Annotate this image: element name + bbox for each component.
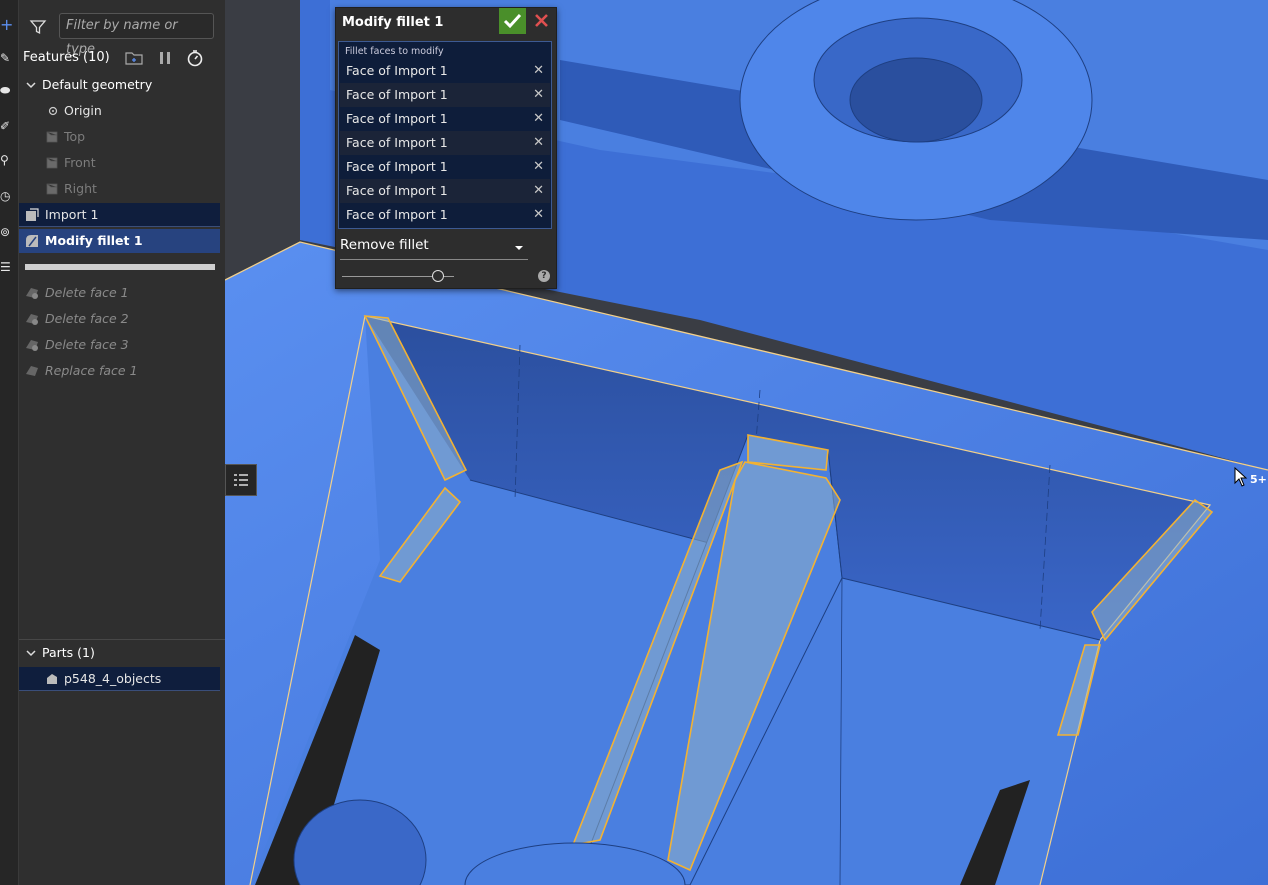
cancel-button[interactable]	[528, 8, 555, 34]
feature-item-label: Right	[64, 181, 97, 196]
close-icon	[535, 14, 548, 27]
help-icon[interactable]: ?	[538, 270, 550, 282]
feature-item-label: Import 1	[45, 207, 99, 222]
faces-caption: Fillet faces to modify	[345, 46, 444, 57]
origin-icon	[48, 106, 58, 116]
search-icon[interactable]: ⊚	[0, 226, 10, 238]
close-icon[interactable]: ✕	[533, 59, 544, 83]
feature-item-modify-fillet[interactable]: Modify fillet 1	[19, 229, 220, 253]
list-item[interactable]: Face of Import 1 ✕	[340, 83, 550, 107]
list-item[interactable]: Face of Import 1 ✕	[340, 203, 550, 227]
feature-item-replace-face[interactable]: Replace face 1	[19, 359, 220, 383]
face-label: Face of Import 1	[346, 135, 448, 150]
feature-item-front[interactable]: Front	[19, 151, 220, 175]
list-icon	[234, 474, 248, 486]
feature-list-panel: Filter by name or type Features (10) Def…	[18, 0, 225, 885]
feature-item-label: Delete face 2	[45, 311, 129, 326]
delete-face-icon	[26, 314, 38, 325]
feature-item-label: Replace face 1	[45, 363, 138, 378]
chevron-down-icon[interactable]	[25, 647, 37, 659]
plane-icon	[46, 183, 58, 195]
face-label: Face of Import 1	[346, 183, 448, 198]
timer-icon[interactable]: ◷	[0, 190, 10, 202]
feature-item-label: Front	[64, 155, 96, 170]
modify-fillet-dialog: Modify fillet 1 Fillet faces to modify F…	[335, 7, 557, 289]
close-icon[interactable]: ✕	[533, 203, 544, 227]
part-icon	[47, 674, 57, 684]
parts-group[interactable]: Parts (1)	[19, 641, 220, 665]
mate-icon[interactable]: ⚲	[0, 154, 9, 166]
list-item[interactable]: Face of Import 1 ✕	[340, 59, 550, 83]
close-icon[interactable]: ✕	[533, 131, 544, 155]
check-icon	[503, 13, 522, 29]
close-icon[interactable]: ✕	[533, 179, 544, 203]
add-icon[interactable]: +	[0, 17, 13, 33]
fillet-mode-select[interactable]: Remove fillet	[340, 237, 528, 260]
chevron-down-icon[interactable]	[515, 246, 523, 250]
part-label: p548_4_objects	[64, 671, 162, 686]
list-item[interactable]: Face of Import 1 ✕	[340, 131, 550, 155]
face-label: Face of Import 1	[346, 63, 448, 78]
divider	[19, 639, 225, 640]
feature-item-label: Delete face 1	[45, 285, 129, 300]
sketch-icon[interactable]: ✎	[0, 52, 10, 64]
feature-item-delete-face-2[interactable]: Delete face 2	[19, 307, 220, 331]
extrude-icon[interactable]: ⬬	[0, 84, 10, 96]
list-icon[interactable]: ☰	[0, 261, 11, 273]
face-label: Face of Import 1	[346, 159, 448, 174]
close-icon[interactable]: ✕	[533, 107, 544, 131]
add-folder-icon[interactable]	[125, 50, 143, 66]
plane-icon	[46, 157, 58, 169]
pause-icon[interactable]	[158, 51, 172, 65]
rollback-bar[interactable]	[25, 264, 215, 270]
parts-header: Parts (1)	[42, 645, 95, 660]
features-header: Features (10)	[23, 50, 110, 65]
delete-face-icon	[26, 288, 38, 299]
close-icon[interactable]: ✕	[533, 83, 544, 107]
edit-icon[interactable]: ✐	[0, 120, 10, 132]
feature-item-label: Delete face 3	[45, 337, 129, 352]
list-item[interactable]: Face of Import 1 ✕	[340, 179, 550, 203]
cursor-icon	[1234, 467, 1248, 487]
timer-icon[interactable]	[186, 49, 204, 67]
filter-icon[interactable]	[29, 18, 47, 36]
face-label: Face of Import 1	[346, 111, 448, 126]
feature-item-delete-face-3[interactable]: Delete face 3	[19, 333, 220, 357]
slider-handle[interactable]	[432, 270, 444, 282]
default-geometry-label: Default geometry	[42, 77, 153, 92]
plane-icon	[46, 131, 58, 143]
feature-item-delete-face-1[interactable]: Delete face 1	[19, 281, 220, 305]
accept-button[interactable]	[499, 8, 526, 34]
dialog-title: Modify fillet 1	[342, 15, 444, 30]
replace-face-icon	[26, 366, 38, 376]
feature-item-right[interactable]: Right	[19, 177, 220, 201]
import-icon	[26, 208, 39, 221]
feature-item-import[interactable]: Import 1	[19, 203, 220, 227]
part-item[interactable]: p548_4_objects	[19, 667, 220, 691]
toolbar-strip: + ✎ ⬬ ✐ ⚲ ◷ ⊚ ☰	[0, 0, 18, 885]
cursor-badge: 5+	[1250, 473, 1267, 486]
chevron-down-icon[interactable]	[25, 79, 37, 91]
face-label: Face of Import 1	[346, 207, 448, 222]
close-icon[interactable]: ✕	[533, 155, 544, 179]
feature-item-origin[interactable]: Origin	[19, 99, 220, 123]
default-geometry-group[interactable]: Default geometry	[19, 73, 220, 97]
list-item[interactable]: Face of Import 1 ✕	[340, 107, 550, 131]
fillet-icon	[26, 235, 38, 247]
filter-input[interactable]: Filter by name or type	[59, 13, 214, 57]
feature-list-toggle-button[interactable]	[225, 464, 257, 496]
feature-item-label: Modify fillet 1	[45, 233, 143, 248]
delete-face-icon	[26, 340, 38, 351]
fillet-faces-list[interactable]: Fillet faces to modify Face of Import 1 ✕…	[338, 41, 552, 229]
list-item[interactable]: Face of Import 1 ✕	[340, 155, 550, 179]
face-label: Face of Import 1	[346, 87, 448, 102]
feature-item-label: Top	[64, 129, 86, 144]
feature-item-top[interactable]: Top	[19, 125, 220, 149]
feature-item-label: Origin	[64, 103, 102, 118]
